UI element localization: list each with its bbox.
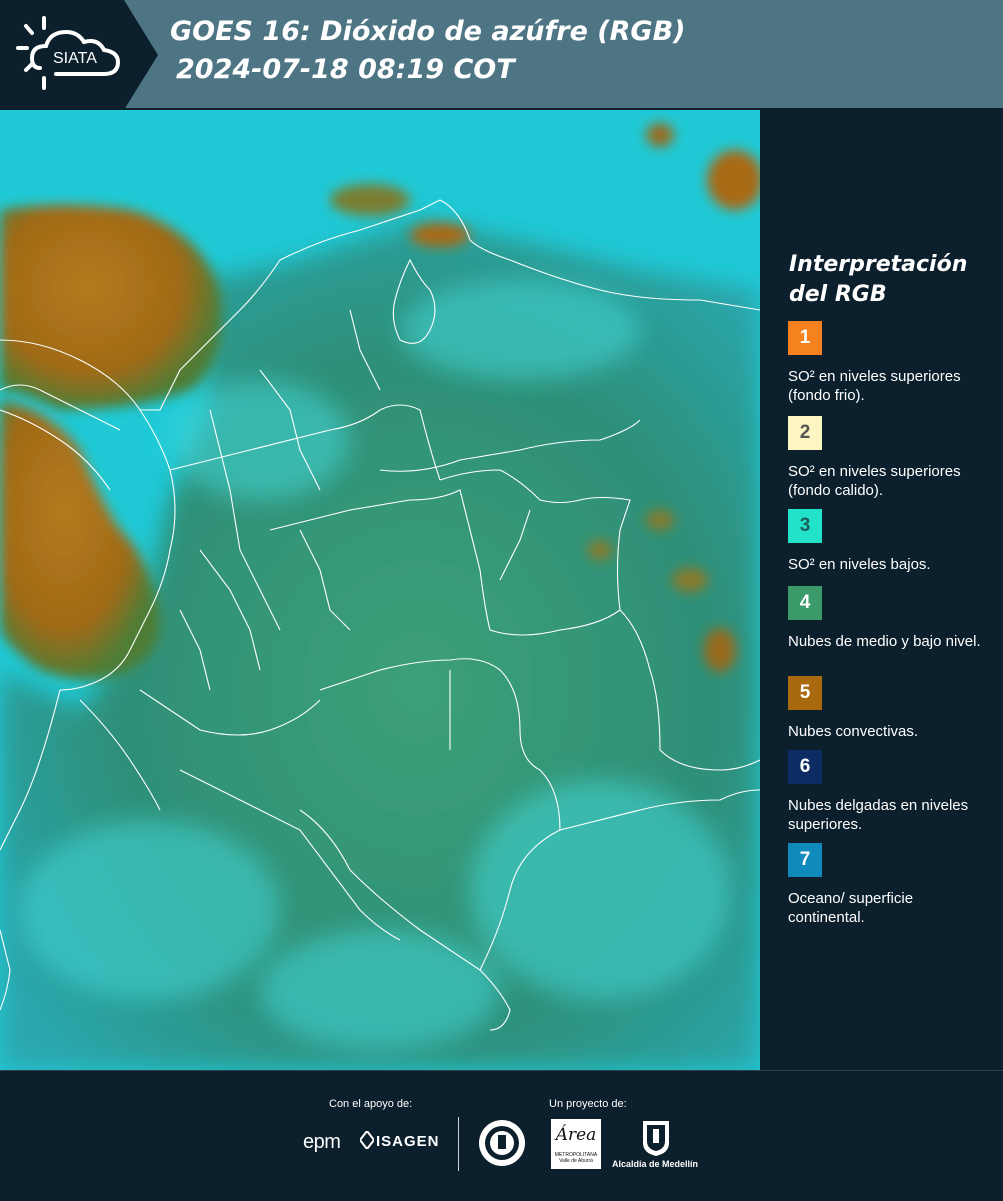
legend-swatch-5: 5 bbox=[788, 676, 822, 710]
legend-swatch-7: 7 bbox=[788, 843, 822, 877]
legend-text-7: Oceano/ superficie continental. bbox=[788, 890, 914, 926]
legend-swatch-6: 6 bbox=[788, 750, 822, 784]
support-label: Con el apoyo de: bbox=[329, 1098, 413, 1110]
legend-item-5: 5 Nubes convectivas. bbox=[788, 676, 993, 741]
header: SIATA GOES 16: Dióxido de azúfre (RGB) 2… bbox=[0, 0, 1003, 110]
isagen-mark-icon bbox=[360, 1131, 374, 1149]
legend-swatch-4: 4 bbox=[788, 586, 822, 620]
legend-item-6: 6 Nubes delgadas en niveles superiores. bbox=[788, 750, 993, 834]
area-logo-sub: METROPOLITANA Valle de Aburrá bbox=[554, 1152, 598, 1164]
legend-swatch-1: 1 bbox=[788, 321, 822, 355]
timestamp: 2024-07-18 08:19 COT bbox=[176, 54, 515, 85]
legend-swatch-3: 3 bbox=[788, 509, 822, 543]
legend-text-1: SO² en niveles superiores (fondo frio). bbox=[788, 368, 961, 404]
alcaldia-coat-of-arms-icon[interactable] bbox=[641, 1119, 671, 1157]
legend-item-1: 1 SO² en niveles superiores (fondo frio)… bbox=[788, 321, 993, 405]
isagen-logo[interactable]: ISAGEN bbox=[376, 1133, 440, 1150]
legend-panel: Interpretación del RGB 1 SO² en niveles … bbox=[760, 110, 1003, 1070]
project-label: Un proyecto de: bbox=[549, 1098, 627, 1110]
legend-item-7: 7 Oceano/ superficie continental. bbox=[788, 843, 993, 927]
area-metropolitana-logo[interactable]: Área METROPOLITANA Valle de Aburrá bbox=[551, 1119, 601, 1169]
footer: Con el apoyo de: Un proyecto de: epm ISA… bbox=[0, 1070, 1003, 1201]
legend-item-2: 2 SO² en niveles superiores (fondo calid… bbox=[788, 416, 993, 500]
legend-text-5: Nubes convectivas. bbox=[788, 723, 919, 740]
legend-text-3: SO² en niveles bajos. bbox=[788, 556, 931, 573]
legend-swatch-2: 2 bbox=[788, 416, 822, 450]
alcaldia-label: Alcaldía de Medellín bbox=[612, 1159, 699, 1169]
legend-item-3: 3 SO² en niveles bajos. bbox=[788, 509, 993, 574]
epm-logo[interactable]: epm bbox=[303, 1131, 341, 1154]
legend-text-2: SO² en niveles superiores (fondo calido)… bbox=[788, 463, 961, 499]
legend-title: Interpretación del RGB bbox=[789, 252, 968, 307]
satellite-map[interactable] bbox=[0, 110, 760, 1070]
logo-text: SIATA bbox=[53, 50, 97, 67]
medellin-seal-icon[interactable] bbox=[478, 1119, 526, 1167]
footer-divider bbox=[458, 1117, 459, 1171]
siata-logo[interactable]: SIATA bbox=[0, 0, 160, 110]
page-title: GOES 16: Dióxido de azúfre (RGB) bbox=[170, 16, 686, 47]
area-logo-text: Área bbox=[555, 1125, 597, 1145]
legend-item-4: 4 Nubes de medio y bajo nivel. bbox=[788, 586, 993, 651]
legend-text-6: Nubes delgadas en niveles superiores. bbox=[788, 797, 969, 833]
legend-text-4: Nubes de medio y bajo nivel. bbox=[788, 633, 981, 650]
